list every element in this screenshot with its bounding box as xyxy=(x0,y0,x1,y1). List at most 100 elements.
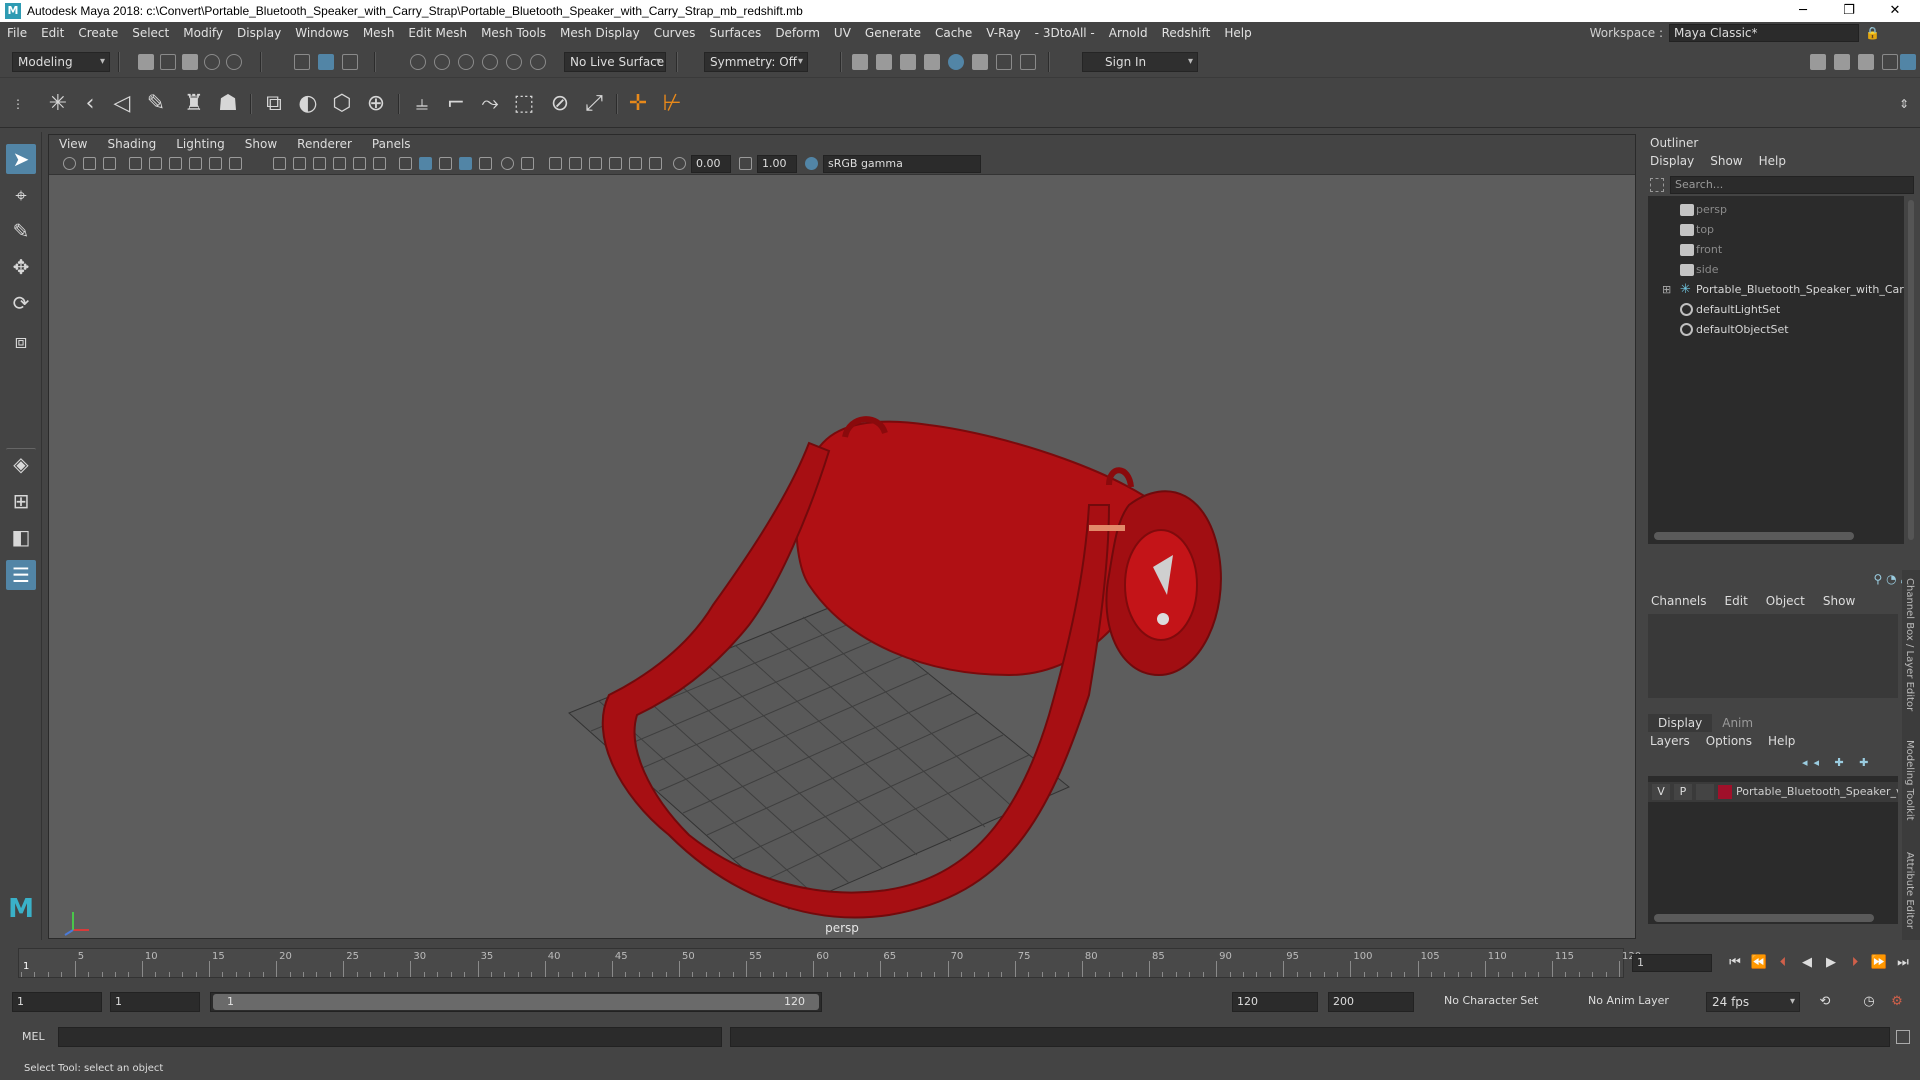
gate-mask-icon[interactable] xyxy=(589,157,602,170)
layer-display-type[interactable] xyxy=(1696,784,1714,800)
layer-visibility-toggle[interactable]: V xyxy=(1652,784,1670,800)
single-perspective-layout-icon[interactable]: ◈ xyxy=(6,448,36,478)
paint-select-tool-icon[interactable]: ✎ xyxy=(6,216,36,246)
step-forward-key-icon[interactable]: ⏩ xyxy=(1870,954,1888,972)
outliner-vertical-scrollbar[interactable] xyxy=(1908,200,1914,540)
image-plane-icon[interactable] xyxy=(129,157,142,170)
outliner-menu-display[interactable]: Display xyxy=(1642,154,1702,168)
tab-modeling-toolkit[interactable]: Modeling Toolkit xyxy=(1904,740,1915,821)
expand-icon[interactable]: ⊞ xyxy=(1662,280,1671,300)
outliner-menu-show[interactable]: Show xyxy=(1702,154,1750,168)
outliner-item-persp[interactable]: persp xyxy=(1648,200,1904,220)
outliner-layout-icon[interactable]: ☰ xyxy=(6,560,36,590)
xray-joints-icon[interactable] xyxy=(439,157,452,170)
outliner-search-input[interactable]: Search... xyxy=(1670,176,1914,194)
gamma-field[interactable]: 1.00 xyxy=(757,155,797,173)
outliner-horizontal-scrollbar[interactable] xyxy=(1654,532,1854,540)
layer-row[interactable]: V P Portable_Bluetooth_Speaker_v xyxy=(1648,782,1898,802)
menu-modify[interactable]: Modify xyxy=(176,26,230,40)
exposure-field[interactable]: 0.00 xyxy=(691,155,731,173)
render-current-icon[interactable] xyxy=(852,54,868,70)
extrude-shelf-icon[interactable]: ⫨ xyxy=(408,90,436,118)
modeling-toolkit-toggle-icon[interactable] xyxy=(1810,54,1826,70)
menu-cache[interactable]: Cache xyxy=(928,26,979,40)
lasso-tool-icon[interactable]: ⌖ xyxy=(6,180,36,210)
range-handle[interactable]: 1 120 xyxy=(213,994,819,1010)
playback-start-field[interactable]: 1 xyxy=(110,992,200,1012)
outliner-item-default-light-set[interactable]: defaultLightSet xyxy=(1648,300,1904,320)
time-slider-bar[interactable]: 1 5 10 15 20 25 30 35 40 45 50 55 60 65 70 75 80 85 90 95 1… xyxy=(18,948,1641,978)
viewport-menu-renderer[interactable]: Renderer xyxy=(287,137,362,151)
redo-icon[interactable] xyxy=(226,54,242,70)
menu-file[interactable]: File xyxy=(0,26,34,40)
tab-anim[interactable]: Anim xyxy=(1712,714,1763,732)
outliner-filter-icon[interactable] xyxy=(1650,178,1664,192)
snap-surface-icon[interactable] xyxy=(506,54,522,70)
go-to-start-icon[interactable]: ⏮ xyxy=(1726,954,1744,972)
workspace-dropdown[interactable]: Maya Classic* xyxy=(1669,24,1860,42)
shadows-icon[interactable] xyxy=(373,157,386,170)
snap-pivot-shelf-icon[interactable]: ⊬ xyxy=(658,90,686,118)
2d-pan-zoom-icon[interactable] xyxy=(149,157,162,170)
viewport-menu-show[interactable]: Show xyxy=(235,137,287,151)
current-frame-field[interactable]: 1 xyxy=(1632,954,1712,972)
sign-in-dropdown[interactable]: Sign In xyxy=(1082,52,1198,72)
menu-mesh-display[interactable]: Mesh Display xyxy=(553,26,647,40)
smooth-shade-icon[interactable] xyxy=(293,157,306,170)
new-scene-icon[interactable] xyxy=(138,54,154,70)
use-all-lights-icon[interactable] xyxy=(353,157,366,170)
channel-menu-edit[interactable]: Edit xyxy=(1716,594,1757,608)
select-tool-shelf-icon[interactable]: ✳ xyxy=(44,90,72,118)
anti-aliasing-icon[interactable] xyxy=(501,157,514,170)
playback-end-field[interactable]: 120 xyxy=(1232,992,1318,1012)
bridge-shelf-icon[interactable]: ⤳ xyxy=(476,90,504,118)
textured-icon[interactable] xyxy=(333,157,346,170)
render-sequence-icon[interactable] xyxy=(876,54,892,70)
joint-shelf-icon[interactable]: ☗ xyxy=(214,90,242,118)
shelf-options-icon[interactable]: ⋮ xyxy=(4,90,32,118)
hud-icon[interactable] xyxy=(569,157,582,170)
channel-menu-channels[interactable]: Channels xyxy=(1642,594,1716,608)
menu-generate[interactable]: Generate xyxy=(858,26,928,40)
lock-icon[interactable]: 🔒 xyxy=(1865,26,1880,40)
minimize-button[interactable]: ─ xyxy=(1780,0,1826,22)
menu-arnold[interactable]: Arnold xyxy=(1102,26,1155,40)
select-component-icon[interactable] xyxy=(342,54,358,70)
camera-attributes-icon[interactable] xyxy=(83,157,96,170)
go-to-end-icon[interactable]: ⏭ xyxy=(1894,954,1912,972)
menu-surfaces[interactable]: Surfaces xyxy=(702,26,768,40)
menu-help[interactable]: Help xyxy=(1217,26,1258,40)
ipr-render-icon[interactable] xyxy=(900,54,916,70)
menu-curves[interactable]: Curves xyxy=(647,26,703,40)
xray-active-icon[interactable] xyxy=(459,157,472,170)
menu-mesh-tools[interactable]: Mesh Tools xyxy=(474,26,553,40)
menu-3dtoall[interactable]: - 3DtoAll - xyxy=(1028,26,1102,40)
layer-playback-toggle[interactable]: P xyxy=(1674,784,1692,800)
channel-menu-show[interactable]: Show xyxy=(1814,594,1864,608)
channel-box-toggle-icon[interactable] xyxy=(1882,54,1898,70)
isolate-select-icon[interactable] xyxy=(549,157,562,170)
live-surface-field[interactable]: No Live Surface xyxy=(564,52,666,72)
animation-start-field[interactable]: 1 xyxy=(12,992,102,1012)
fps-dropdown[interactable]: 24 fps xyxy=(1706,992,1800,1012)
human-ik-shelf-icon[interactable]: ♜ xyxy=(180,90,208,118)
outliner-menu-help[interactable]: Help xyxy=(1751,154,1794,168)
center-pivot-shelf-icon[interactable]: ⊕ xyxy=(362,90,390,118)
auto-key-icon[interactable]: ◷ xyxy=(1860,993,1878,1011)
rotate-tool-icon[interactable]: ⟳ xyxy=(6,288,36,318)
outliner-item-top[interactable]: top xyxy=(1648,220,1904,240)
snap-point-icon[interactable] xyxy=(458,54,474,70)
snap-curve-icon[interactable] xyxy=(434,54,450,70)
anim-layer-dropdown[interactable]: No Anim Layer xyxy=(1584,992,1690,1012)
hypershade-icon[interactable] xyxy=(948,54,964,70)
menu-uv[interactable]: UV xyxy=(827,26,858,40)
snap-vertex-icon[interactable] xyxy=(530,54,546,70)
viewport-menu-lighting[interactable]: Lighting xyxy=(166,137,235,151)
menu-redshift[interactable]: Redshift xyxy=(1155,26,1218,40)
loop-icon[interactable]: ⟲ xyxy=(1816,993,1834,1011)
viewport-menu-panels[interactable]: Panels xyxy=(362,137,421,151)
shelf-scroll-icon[interactable]: ⇕ xyxy=(1890,90,1918,118)
wireframe-icon[interactable] xyxy=(273,157,286,170)
outliner-item-front[interactable]: front xyxy=(1648,240,1904,260)
menu-deform[interactable]: Deform xyxy=(768,26,827,40)
